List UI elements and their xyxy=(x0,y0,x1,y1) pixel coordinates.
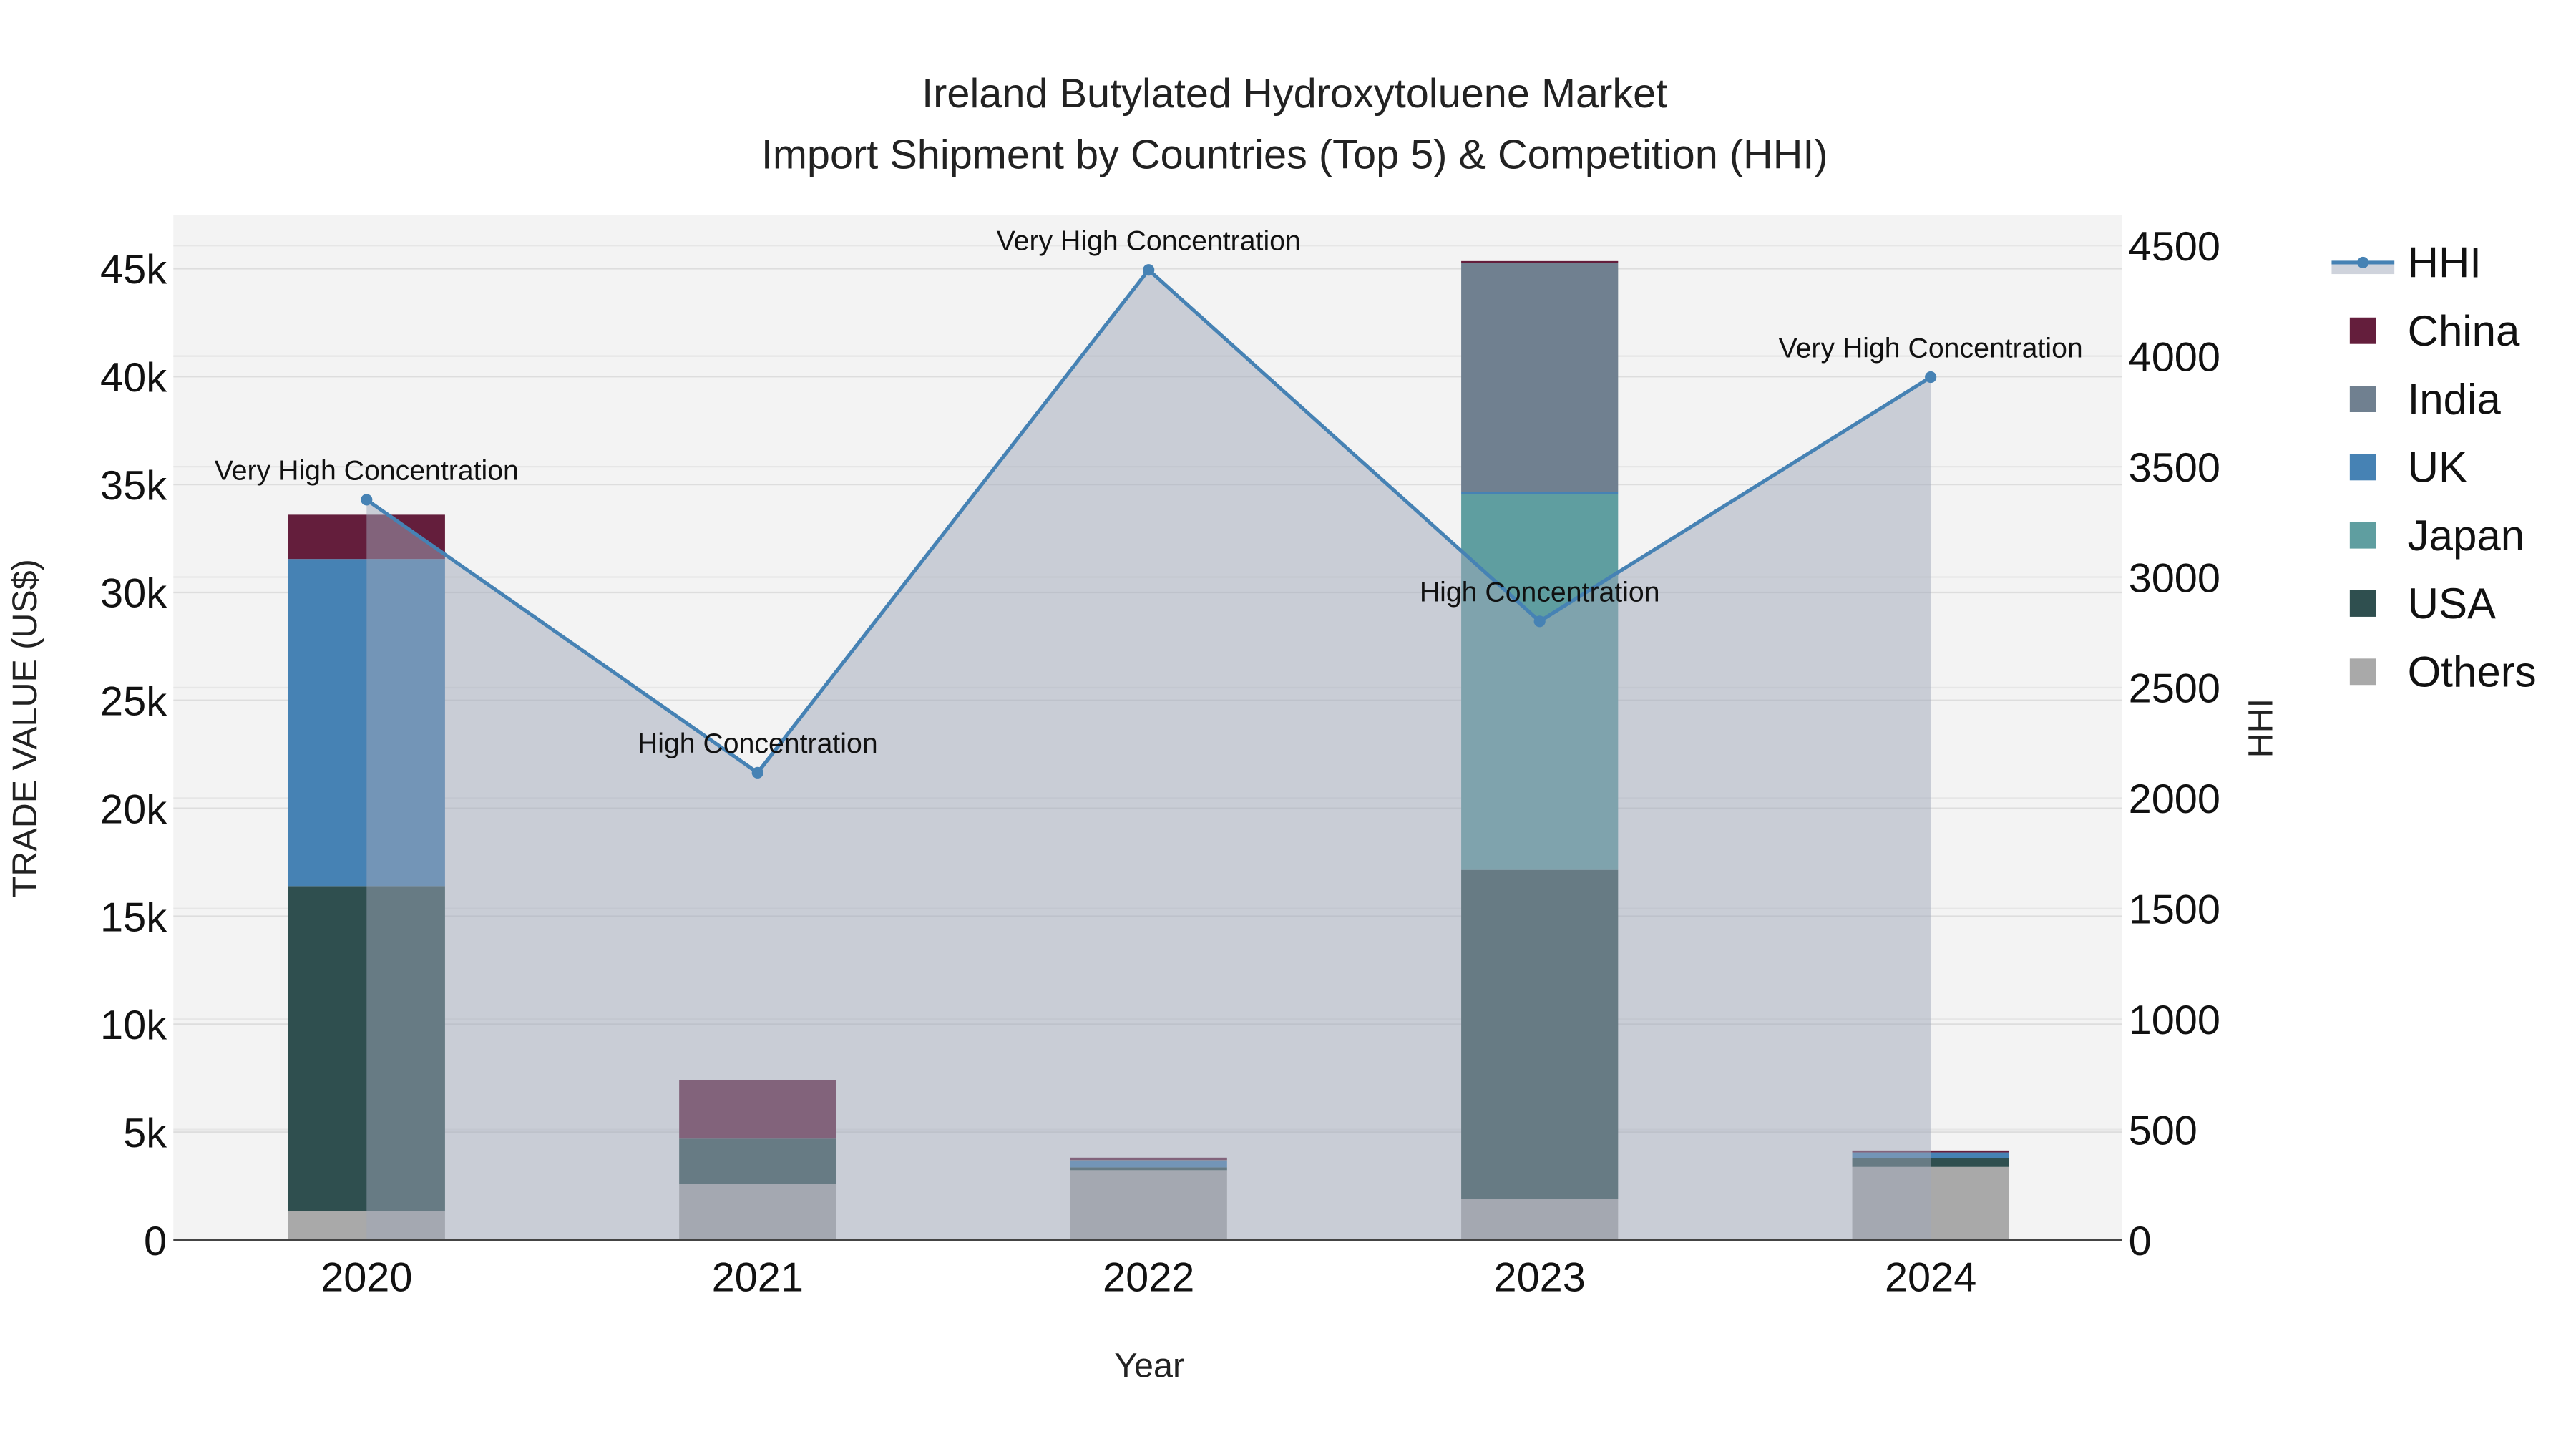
legend-swatch-uk xyxy=(2349,454,2376,481)
hhi-annotation: High Concentration xyxy=(1420,577,1660,608)
x-axis-label: Year xyxy=(1114,1347,1184,1385)
bar-uk-2023 xyxy=(1461,492,1619,494)
y2-tick-label: 4500 xyxy=(2129,224,2220,270)
legend-hhi-marker xyxy=(2357,256,2369,268)
hhi-annotation: Very High Concentration xyxy=(1779,332,2083,364)
y2-tick-label: 2000 xyxy=(2129,776,2220,822)
x-tick-label: 2023 xyxy=(1494,1255,1586,1301)
hhi-annotation: Very High Concentration xyxy=(997,225,1301,257)
y2-tick-label: 3500 xyxy=(2129,445,2220,491)
legend-swatch-japan xyxy=(2349,522,2376,549)
y-tick-label: 35k xyxy=(100,463,167,509)
y-tick-label: 25k xyxy=(100,679,167,725)
legend-label-japan: Japan xyxy=(2408,512,2524,560)
legend: HHI China India UK Japan USA Others xyxy=(2331,239,2537,696)
y-tick-label: 45k xyxy=(100,247,167,293)
y-tick-label: 0 xyxy=(144,1219,167,1264)
y-tick-label: 30k xyxy=(100,571,167,617)
x-tick-label: 2020 xyxy=(321,1255,412,1301)
legend-swatch-china xyxy=(2349,317,2376,344)
legend-swatch-usa xyxy=(2349,590,2376,617)
y2-tick-label: 2500 xyxy=(2129,666,2220,712)
chart: Very High Concentration High Concentratio… xyxy=(6,71,2537,1385)
y-tick-label: 5k xyxy=(123,1111,167,1156)
legend-label-uk: UK xyxy=(2408,444,2467,492)
legend-label-others: Others xyxy=(2408,648,2537,696)
hhi-point-2023 xyxy=(1533,615,1546,628)
y-tick-label: 15k xyxy=(100,894,167,940)
x-tick-label: 2022 xyxy=(1103,1255,1194,1301)
legend-label-hhi: HHI xyxy=(2408,239,2482,287)
hhi-point-2024 xyxy=(1925,371,1937,384)
hhi-point-2020 xyxy=(361,494,373,506)
x-tick-label: 2021 xyxy=(712,1255,804,1301)
hhi-point-2022 xyxy=(1143,264,1155,276)
hhi-point-2021 xyxy=(751,766,763,779)
y2-tick-label: 1000 xyxy=(2129,997,2220,1043)
legend-label-india: India xyxy=(2408,375,2502,423)
y2-tick-label: 3000 xyxy=(2129,555,2220,601)
y-axis-ticks: 0 5k 10k 15k 20k 25k 30k 35k 40k 45k xyxy=(100,247,167,1264)
y-tick-label: 40k xyxy=(100,355,167,401)
legend-swatch-others xyxy=(2349,658,2376,686)
y2-axis-label: HHI xyxy=(2241,698,2280,758)
chart-subtitle: Import Shipment by Countries (Top 5) & C… xyxy=(761,132,1828,177)
y-axis-label: TRADE VALUE (US$) xyxy=(6,559,44,897)
y2-tick-label: 1500 xyxy=(2129,887,2220,933)
bar-china-2023 xyxy=(1461,260,1619,263)
legend-label-usa: USA xyxy=(2408,580,2496,628)
y2-tick-label: 4000 xyxy=(2129,334,2220,380)
bar-india-2023 xyxy=(1461,263,1619,492)
x-axis-ticks: 2020 2021 2022 2023 2024 xyxy=(321,1255,1976,1301)
hhi-annotation: Very High Concentration xyxy=(215,455,519,487)
y2-axis-ticks: 0 500 1000 1500 2000 2500 3000 3500 4000 4500 xyxy=(2129,224,2220,1264)
hhi-annotation: High Concentration xyxy=(638,728,878,759)
legend-label-china: China xyxy=(2408,307,2520,355)
y-tick-label: 10k xyxy=(100,1002,167,1048)
y-tick-label: 20k xyxy=(100,786,167,832)
legend-swatch-india xyxy=(2349,386,2376,412)
y2-tick-label: 500 xyxy=(2129,1108,2197,1153)
x-tick-label: 2024 xyxy=(1885,1255,1976,1301)
y2-tick-label: 0 xyxy=(2129,1219,2152,1264)
chart-title: Ireland Butylated Hydroxytoluene Market xyxy=(922,71,1667,117)
